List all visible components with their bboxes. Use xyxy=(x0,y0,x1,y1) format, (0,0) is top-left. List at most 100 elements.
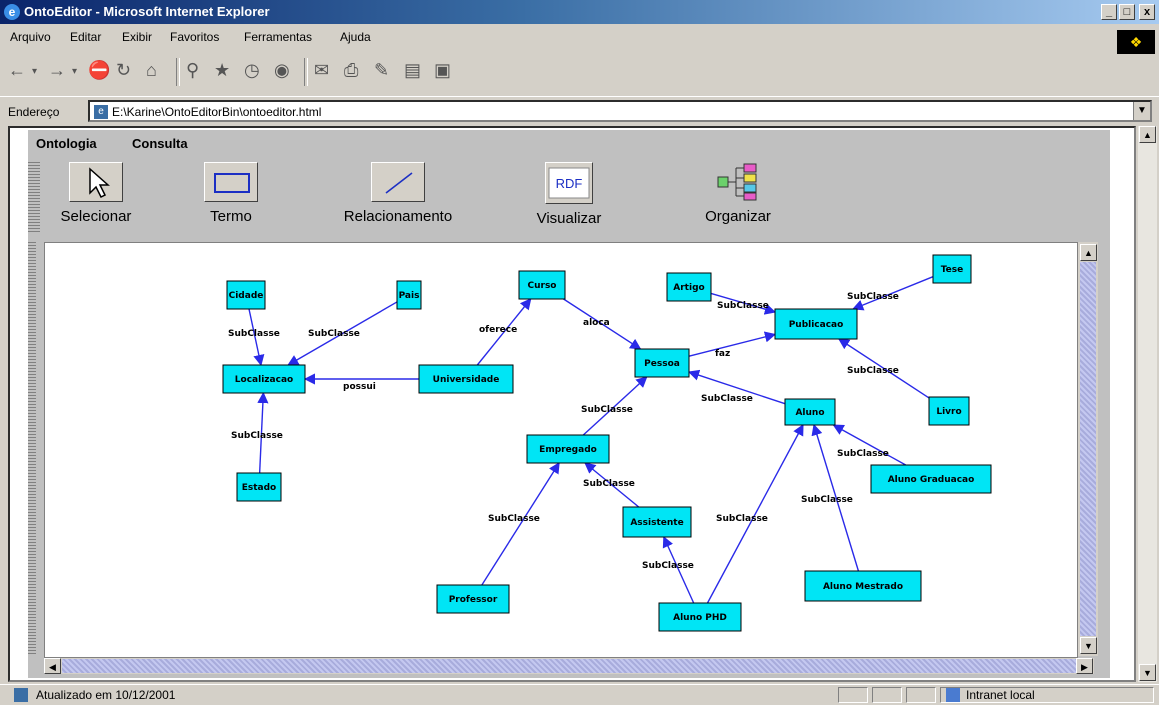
edge-aluno-pessoa[interactable]: SubClasse xyxy=(687,369,786,405)
edge-aluno_mestrado-aluno[interactable]: SubClasse xyxy=(801,423,860,572)
canvas-scroll-left-icon[interactable]: ◀ xyxy=(44,658,61,674)
tool-relacionamento[interactable]: Relacionamento xyxy=(318,162,478,225)
menu-consulta[interactable]: Consulta xyxy=(132,136,188,151)
ontology-graph[interactable]: SubClasse SubClasse SubClasse possui oferece… xyxy=(45,243,1077,657)
menu-editar[interactable]: Editar xyxy=(70,30,101,44)
edge-line[interactable] xyxy=(688,331,777,357)
edge-artigo-publicacao[interactable]: SubClasse xyxy=(710,292,777,315)
ontology-canvas[interactable]: SubClasse SubClasse SubClasse possui oferece… xyxy=(44,242,1078,658)
scroll-down-icon[interactable]: ▼ xyxy=(1139,664,1156,681)
address-dropdown-icon[interactable]: ▼ xyxy=(1133,102,1150,120)
canvas-horizontal-scrollbar[interactable]: ◀ ▶ xyxy=(44,658,1094,674)
node-cidade[interactable]: Cidade xyxy=(226,280,266,310)
edge-universidade-curso[interactable]: oferece xyxy=(476,298,532,366)
favorites-icon[interactable]: ★ xyxy=(214,60,230,81)
edit-icon[interactable]: ✎ xyxy=(374,60,389,81)
close-button[interactable]: x xyxy=(1139,4,1155,20)
address-field[interactable]: e E:\Karine\OntoEditorBin\ontoeditor.htm… xyxy=(88,100,1152,122)
canvas-scroll-right-icon[interactable]: ▶ xyxy=(1076,658,1093,674)
canvas-vertical-scrollbar[interactable]: ▲ ▼ xyxy=(1078,242,1098,656)
window-title: OntoEditor - Microsoft Internet Explorer xyxy=(24,4,270,19)
node-aluno_phd[interactable]: Aluno PHD xyxy=(658,602,742,632)
edge-line[interactable] xyxy=(832,424,907,466)
edge-aluno_phd-assistente[interactable]: SubClasse xyxy=(642,535,695,604)
node-estado[interactable]: Estado xyxy=(236,472,282,502)
edge-professor-empregado[interactable]: SubClasse xyxy=(481,462,560,586)
menu-favoritos[interactable]: Favoritos xyxy=(170,30,219,44)
edge-cidade-localizacao[interactable]: SubClasse xyxy=(228,308,280,367)
toolbar-grip[interactable] xyxy=(28,160,40,234)
edge-label: SubClasse xyxy=(801,495,853,505)
page-vertical-scrollbar[interactable]: ▲ ▼ xyxy=(1138,126,1157,682)
node-aluno_mestrado[interactable]: Aluno Mestrado xyxy=(804,570,922,602)
home-icon[interactable]: ⌂ xyxy=(146,60,157,81)
maximize-button[interactable]: □ xyxy=(1119,4,1135,20)
menu-ferramentas[interactable]: Ferramentas xyxy=(244,30,312,44)
edge-aluno_phd-aluno[interactable]: SubClasse xyxy=(706,424,804,604)
tool-selecionar[interactable]: Selecionar xyxy=(46,162,146,225)
edge-label: SubClasse xyxy=(847,366,899,376)
node-curso[interactable]: Curso xyxy=(518,270,566,300)
splitter-grip[interactable] xyxy=(28,240,36,656)
canvas-scroll-down-icon[interactable]: ▼ xyxy=(1080,637,1097,654)
edge-livro-publicacao[interactable]: SubClasse xyxy=(837,338,930,399)
menu-arquivo[interactable]: Arquivo xyxy=(10,30,51,44)
node-artigo[interactable]: Artigo xyxy=(666,272,712,302)
edge-assistente-empregado[interactable]: SubClasse xyxy=(583,462,640,508)
tool-organizar[interactable]: Organizar xyxy=(678,162,798,225)
node-label: Publicacao xyxy=(789,320,844,330)
search-icon[interactable]: ⚲ xyxy=(186,60,199,81)
node-empregado[interactable]: Empregado xyxy=(526,434,610,464)
edge-label: SubClasse xyxy=(847,292,899,302)
node-aluno[interactable]: Aluno xyxy=(784,398,836,426)
canvas-vscroll-track[interactable] xyxy=(1080,262,1096,636)
discuss-icon[interactable]: ▤ xyxy=(404,60,421,81)
node-aluno_graduacao[interactable]: Aluno Graduacao xyxy=(870,464,992,494)
edge-line[interactable] xyxy=(481,462,560,586)
line-icon xyxy=(371,162,425,202)
edge-pais-localizacao[interactable]: SubClasse xyxy=(287,301,398,366)
status-text: Atualizado em 10/12/2001 xyxy=(36,688,176,702)
node-localizacao[interactable]: Localizacao xyxy=(222,364,306,394)
edge-empregado-pessoa[interactable]: SubClasse xyxy=(581,376,648,436)
minimize-button[interactable]: _ xyxy=(1101,4,1117,20)
zone-text: Intranet local xyxy=(966,688,1035,702)
history-icon[interactable]: ◷ xyxy=(244,60,260,81)
back-dropdown-icon[interactable]: ▾ xyxy=(32,66,37,77)
edge-estado-localizacao[interactable]: SubClasse xyxy=(231,391,283,474)
intranet-zone-icon xyxy=(946,688,960,702)
refresh-icon[interactable]: ↻ xyxy=(116,60,131,81)
back-icon[interactable]: ← xyxy=(8,60,26,81)
menu-ontologia[interactable]: Ontologia xyxy=(36,136,97,151)
mail-icon[interactable]: ✉ xyxy=(314,60,329,81)
edge-curso-pessoa[interactable]: aloca xyxy=(563,298,642,350)
media-icon[interactable]: ◉ xyxy=(274,60,290,81)
node-livro[interactable]: Livro xyxy=(928,396,970,426)
tree-layout-icon xyxy=(716,162,760,202)
edge-aluno_graduacao-aluno[interactable]: SubClasse xyxy=(832,424,907,466)
node-assistente[interactable]: Assistente xyxy=(622,506,692,538)
stop-icon[interactable]: ⛔ xyxy=(88,60,110,81)
messenger-icon[interactable]: ▣ xyxy=(434,60,451,81)
node-pais[interactable]: Pais xyxy=(396,280,422,310)
node-universidade[interactable]: Universidade xyxy=(418,364,514,394)
edge-tese-publicacao[interactable]: SubClasse xyxy=(847,276,934,311)
canvas-hscroll-track[interactable] xyxy=(62,659,1076,673)
forward-dropdown-icon[interactable]: ▾ xyxy=(72,66,77,77)
menu-ajuda[interactable]: Ajuda xyxy=(340,30,371,44)
scroll-up-icon[interactable]: ▲ xyxy=(1139,126,1156,143)
tool-visualizar[interactable]: RDF Visualizar xyxy=(514,162,624,227)
node-tese[interactable]: Tese xyxy=(932,254,972,284)
ie-logo-icon: e xyxy=(4,4,20,20)
menu-exibir[interactable]: Exibir xyxy=(122,30,152,44)
node-pessoa[interactable]: Pessoa xyxy=(634,348,690,378)
forward-icon[interactable]: → xyxy=(48,60,66,81)
canvas-scroll-up-icon[interactable]: ▲ xyxy=(1080,244,1097,261)
node-professor[interactable]: Professor xyxy=(436,584,510,614)
address-url[interactable]: E:\Karine\OntoEditorBin\ontoeditor.html xyxy=(112,105,321,119)
tool-termo[interactable]: Termo xyxy=(181,162,281,225)
print-icon[interactable]: ⎙ xyxy=(344,60,358,81)
node-publicacao[interactable]: Publicacao xyxy=(774,308,858,340)
edge-universidade-localizacao[interactable]: possui xyxy=(303,373,419,392)
edge-pessoa-publicacao[interactable]: faz xyxy=(688,331,777,359)
